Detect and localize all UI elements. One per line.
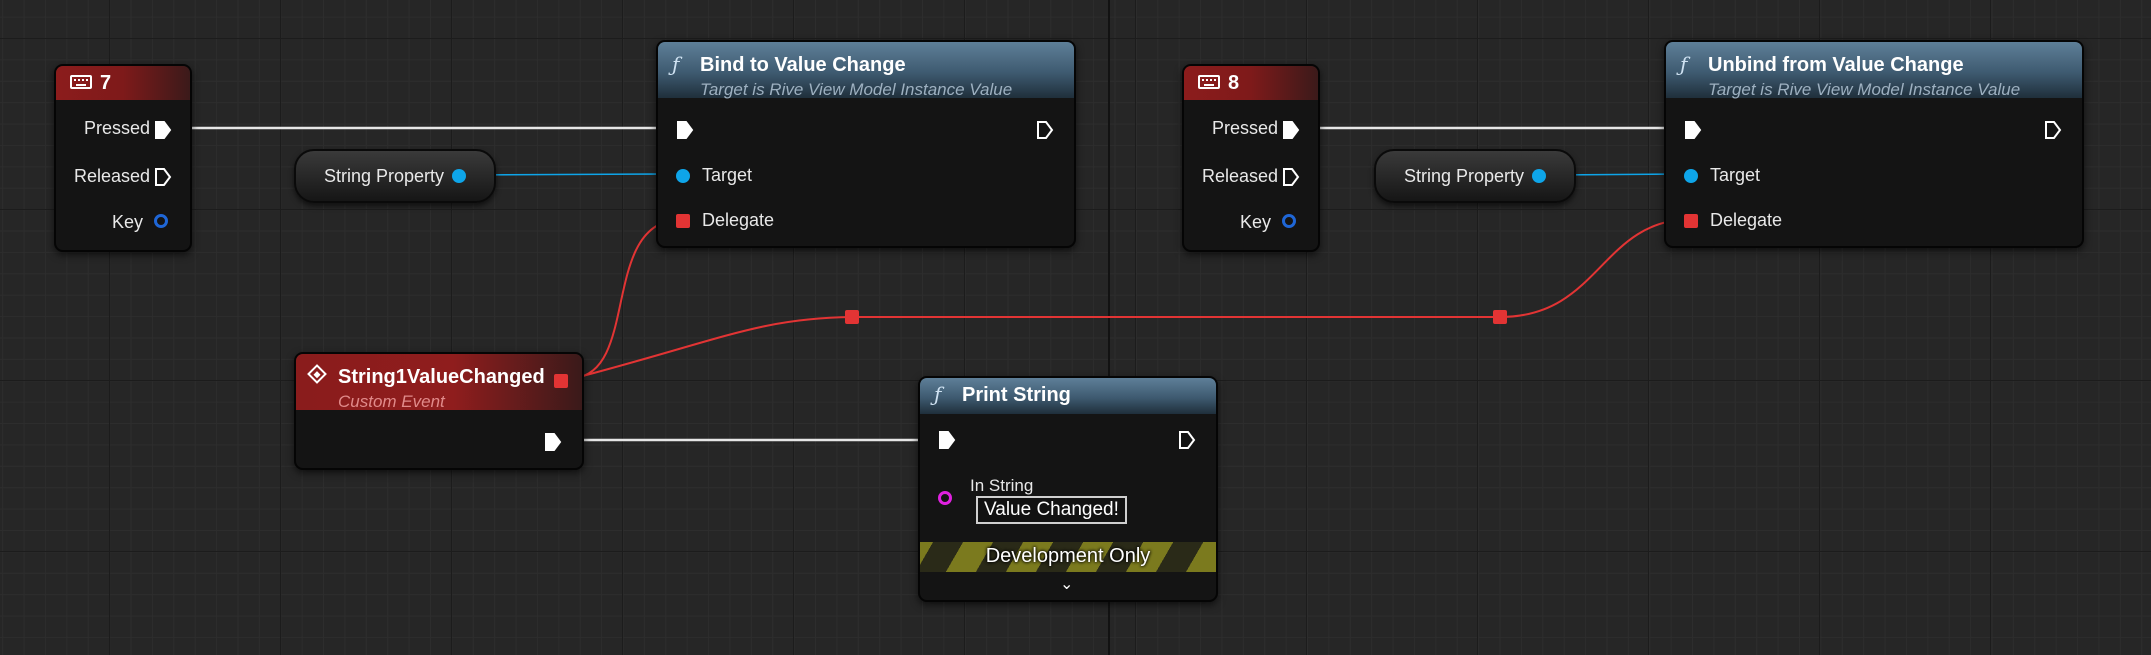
unbind-delegate-pin[interactable] bbox=[1684, 214, 1698, 228]
bind-to-value-change-node[interactable]: ƒ Bind to Value Change Target is Rive Vi… bbox=[656, 40, 1076, 248]
unbind-target-label: Target bbox=[1710, 165, 1761, 185]
unbind-node-header: ƒ Unbind from Value Change Target is Riv… bbox=[1666, 42, 2082, 99]
variable-label: String Property bbox=[324, 166, 445, 186]
string-property-variable-right[interactable]: String Property bbox=[1374, 149, 1576, 203]
object-wire-left bbox=[469, 173, 673, 176]
print-exec-in-pin[interactable] bbox=[938, 430, 956, 450]
released-pin-label: Released bbox=[1202, 166, 1279, 186]
custom-event-title: String1ValueChanged bbox=[338, 366, 545, 388]
function-icon: ƒ bbox=[672, 52, 680, 76]
bind-node-header: ƒ Bind to Value Change Target is Rive Vi… bbox=[658, 42, 1074, 99]
keyboard-icon bbox=[1198, 75, 1220, 89]
pressed-exec-pin[interactable] bbox=[154, 120, 172, 140]
bind-exec-out-pin[interactable] bbox=[1036, 120, 1054, 140]
print-exec-out-pin[interactable] bbox=[1178, 430, 1196, 450]
variable-output-pin[interactable] bbox=[452, 169, 466, 183]
in-string-label: In String bbox=[970, 476, 1034, 495]
released-pin-label: Released bbox=[74, 166, 151, 186]
delegate-wire-unbind bbox=[1499, 218, 1691, 318]
bind-target-label: Target bbox=[702, 165, 753, 185]
bind-exec-in-pin[interactable] bbox=[676, 120, 694, 140]
key-event-7-title: 7 bbox=[100, 72, 112, 94]
development-only-label: Development Only bbox=[985, 545, 1151, 567]
key-event-7-header: 7 bbox=[56, 66, 190, 100]
custom-event-header: String1ValueChanged Custom Event bbox=[296, 354, 582, 411]
unbind-target-pin[interactable] bbox=[1684, 169, 1698, 183]
delegate-wire-reroute-a bbox=[574, 316, 853, 379]
pressed-exec-pin[interactable] bbox=[1282, 120, 1300, 140]
unbind-delegate-label: Delegate bbox=[1710, 210, 1783, 230]
key-pin-label: Key bbox=[112, 212, 144, 232]
key-event-8-title: 8 bbox=[1228, 72, 1240, 94]
reroute-knot-1 bbox=[845, 310, 859, 324]
bind-target-pin[interactable] bbox=[676, 169, 690, 183]
in-string-pin[interactable] bbox=[938, 491, 952, 505]
key-pin-label: Key bbox=[1240, 212, 1272, 232]
released-exec-pin[interactable] bbox=[154, 167, 172, 187]
variable-output-pin[interactable] bbox=[1532, 169, 1546, 183]
unbind-from-value-change-node[interactable]: ƒ Unbind from Value Change Target is Riv… bbox=[1664, 40, 2084, 248]
function-icon: ƒ bbox=[934, 382, 942, 406]
unbind-exec-out-pin[interactable] bbox=[2044, 120, 2062, 140]
bind-delegate-pin[interactable] bbox=[676, 214, 690, 228]
custom-event-subtitle: Custom Event bbox=[338, 392, 445, 411]
reroute-knot-2 bbox=[1493, 310, 1507, 324]
key-event-8-node[interactable]: 8 Pressed Released Key bbox=[1182, 64, 1320, 252]
bind-node-subtitle: Target is Rive View Model Instance Value bbox=[700, 80, 1013, 99]
pressed-pin-label: Pressed bbox=[84, 118, 151, 138]
print-string-header: ƒ Print String bbox=[920, 378, 1216, 414]
print-string-node[interactable]: ƒ Print String In String Value Changed! … bbox=[918, 376, 1218, 602]
unbind-node-title: Unbind from Value Change bbox=[1708, 54, 1964, 76]
function-icon: ƒ bbox=[1680, 52, 1688, 76]
pressed-pin-label: Pressed bbox=[1212, 118, 1279, 138]
key-pin[interactable] bbox=[154, 214, 168, 228]
key-event-8-header: 8 bbox=[1184, 66, 1318, 100]
unbind-exec-in-pin[interactable] bbox=[1684, 120, 1702, 140]
released-exec-pin[interactable] bbox=[1282, 167, 1300, 187]
bind-node-title: Bind to Value Change bbox=[700, 54, 906, 76]
event-diamond-icon bbox=[307, 364, 327, 384]
keyboard-icon bbox=[70, 75, 92, 89]
variable-label: String Property bbox=[1404, 166, 1525, 186]
string-property-variable-left[interactable]: String Property bbox=[294, 149, 496, 203]
bind-delegate-label: Delegate bbox=[702, 210, 775, 230]
unbind-node-subtitle: Target is Rive View Model Instance Value bbox=[1708, 80, 2021, 99]
key-event-7-node[interactable]: 7 Pressed Released Key bbox=[54, 64, 192, 252]
event-delegate-out-pin[interactable] bbox=[554, 374, 568, 388]
event-exec-out-pin[interactable] bbox=[544, 432, 562, 452]
print-string-title: Print String bbox=[962, 384, 1071, 406]
key-pin[interactable] bbox=[1282, 214, 1296, 228]
development-only-banner: Development Only bbox=[920, 542, 1216, 572]
chevron-down-icon[interactable]: ⌄ bbox=[1060, 574, 1073, 594]
custom-event-node[interactable]: String1ValueChanged Custom Event bbox=[294, 352, 584, 470]
in-string-value-field[interactable]: Value Changed! bbox=[976, 496, 1127, 524]
